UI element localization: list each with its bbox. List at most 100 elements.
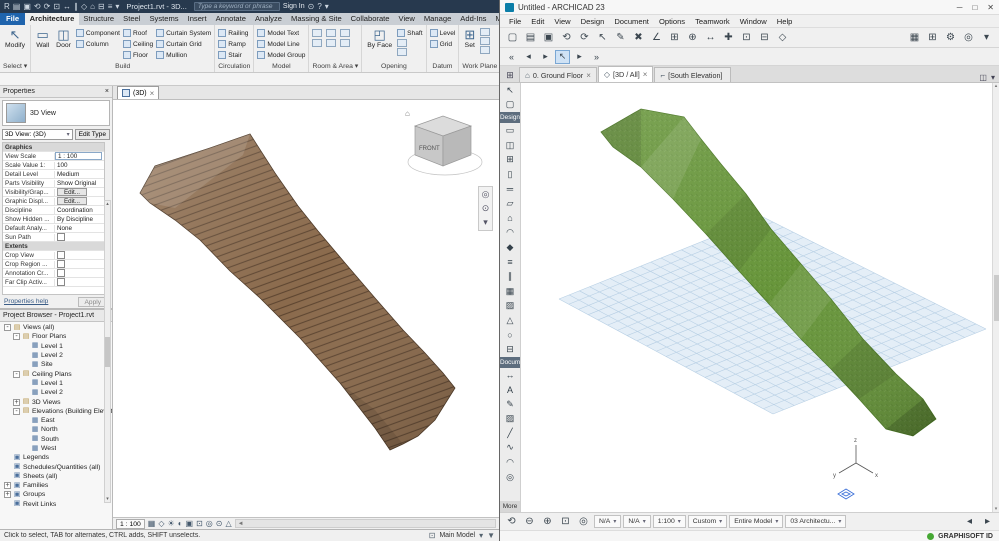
tag-area-tool-icon[interactable] xyxy=(340,39,351,47)
archicad-viewport[interactable]: z y x xyxy=(521,83,992,512)
menu-item[interactable]: View xyxy=(549,17,575,26)
curtain-grid-tool-button[interactable]: Curtain Grid xyxy=(156,39,211,49)
ribbon-tab[interactable]: Steel xyxy=(119,13,145,25)
tree-item[interactable]: Level 2 xyxy=(0,388,112,397)
mullion-tool-button[interactable]: Mullion xyxy=(156,50,211,60)
ramp-tool-button[interactable]: Ramp xyxy=(218,39,248,49)
panel-label-build[interactable]: Build xyxy=(31,62,214,72)
column-tool[interactable]: ▯ xyxy=(500,167,520,182)
zoom-field[interactable]: N/A ▾ xyxy=(594,515,622,528)
snap-grid-icon[interactable]: ⊞ xyxy=(666,30,683,46)
tree-item[interactable]: Site xyxy=(0,360,112,369)
tree-item[interactable]: Legends xyxy=(0,453,112,462)
property-row[interactable]: Detail Level Medium xyxy=(3,170,104,179)
properties-close-icon[interactable]: × xyxy=(105,88,109,95)
tab-navigator-icon[interactable]: ⊞ xyxy=(502,68,518,82)
arrow-sub-caret[interactable]: ▸ xyxy=(572,50,587,64)
polyline-tool[interactable]: ∿ xyxy=(500,441,520,456)
open-file-icon[interactable]: ▤ xyxy=(522,30,539,46)
zoom-tool-icon[interactable]: ⊙ xyxy=(482,203,490,214)
toolbox-section-document[interactable]: Docume xyxy=(500,356,520,368)
level-tool-button[interactable]: Level xyxy=(430,28,456,38)
property-row[interactable]: Default Analy... None xyxy=(3,224,104,233)
toolbox-more-button[interactable]: More xyxy=(500,501,520,512)
ribbon-tab[interactable]: Insert xyxy=(183,13,211,25)
navbar-caret-icon[interactable]: ▾ xyxy=(483,217,488,228)
column-tool-button[interactable]: Column xyxy=(76,39,120,49)
curtain-system-tool-button[interactable]: Curtain System xyxy=(156,28,211,38)
shadows-icon[interactable]: ◐ xyxy=(178,519,183,528)
temporary-hide-icon[interactable]: ◎ xyxy=(206,519,213,528)
measure-icon[interactable]: ↔ xyxy=(702,30,719,46)
ribbon-tab[interactable]: Analyze xyxy=(250,13,286,25)
menu-item[interactable]: Teamwork xyxy=(690,17,735,26)
aligned-dimension-icon[interactable]: ∥ xyxy=(74,2,78,11)
sun-path-icon[interactable]: ☀ xyxy=(168,519,175,528)
filter-icon[interactable]: ▼ xyxy=(487,531,495,540)
main-model-caret-icon[interactable]: ▾ xyxy=(479,531,483,540)
tab-close-icon[interactable]: × xyxy=(643,70,648,79)
model-line-tool-button[interactable]: Model Line xyxy=(257,39,305,49)
tree-item[interactable]: + Families xyxy=(0,481,112,490)
crop-region-icon[interactable]: ⊡ xyxy=(196,519,203,528)
property-row[interactable]: Far Clip Activ... xyxy=(3,278,104,287)
angle-field[interactable]: N/A ▾ xyxy=(623,515,651,528)
arrow-tool[interactable]: ↖ xyxy=(500,83,520,98)
project-browser-header[interactable]: Project Browser - Project1.rvt × xyxy=(0,310,112,322)
stair-tool-button[interactable]: Stair xyxy=(218,50,248,60)
menu-item[interactable]: Edit xyxy=(526,17,549,26)
tree-expand-icon[interactable]: - xyxy=(13,407,20,415)
delete-icon[interactable]: ✖ xyxy=(630,30,647,46)
arrow-tool-button[interactable]: ↖ xyxy=(555,49,570,64)
property-value[interactable]: Coordination xyxy=(55,207,104,214)
model-filter-field[interactable]: Entire Model ▾ xyxy=(729,515,784,528)
default-3d-view-icon[interactable]: ⌂ xyxy=(90,2,95,11)
revit-3d-canvas[interactable]: FRONT ⌂ xyxy=(113,100,499,491)
object-tool[interactable]: ○ xyxy=(500,328,520,343)
analytical-model-icon[interactable]: △ xyxy=(225,519,231,528)
property-row[interactable]: Show Hidden ... By Discipline xyxy=(3,215,104,224)
topography-surface[interactable] xyxy=(139,133,456,451)
main-model-dropdown[interactable]: Main Model xyxy=(439,532,475,539)
ribbon-tab[interactable]: File xyxy=(0,13,26,25)
modify-tool-button[interactable]: ↖ Modify xyxy=(3,27,27,49)
grid-tool-button[interactable]: Grid xyxy=(430,39,456,49)
tree-expand-icon[interactable]: - xyxy=(13,333,20,341)
area-tool-icon[interactable] xyxy=(312,39,323,47)
element-combo[interactable]: 3D View: (3D) ▾ xyxy=(2,129,73,140)
menu-item[interactable]: Window xyxy=(735,17,772,26)
properties-help-link[interactable]: Properties help xyxy=(4,298,48,305)
ribbon-tab[interactable]: Collaborate xyxy=(346,13,394,25)
help-icon[interactable]: ? xyxy=(317,2,321,11)
go-first-icon[interactable]: « xyxy=(504,50,519,64)
tree-item[interactable]: - Elevations (Building Elevation) xyxy=(0,407,112,416)
thin-lines-icon[interactable]: ≡ xyxy=(108,2,113,11)
search-input[interactable] xyxy=(193,2,280,11)
help-caret-icon[interactable]: ▾ xyxy=(325,2,329,11)
property-row[interactable]: View Scale 1 : 100 xyxy=(3,152,104,161)
railing-tool[interactable]: ∥ xyxy=(500,269,520,284)
marquee-tool[interactable]: ▢ xyxy=(500,98,520,113)
worksets-icon[interactable]: ⊡ xyxy=(429,531,436,540)
stair-tool[interactable]: ≡ xyxy=(500,255,520,270)
fill-tool[interactable]: ▨ xyxy=(500,411,520,426)
go-next-icon[interactable]: ▸ xyxy=(538,50,553,64)
beam-tool[interactable]: ═ xyxy=(500,182,520,197)
type-selector[interactable]: 3D View xyxy=(2,100,110,126)
horizontal-scrollbar[interactable]: ◄ xyxy=(234,519,496,528)
orbit-icon[interactable]: ◎ xyxy=(575,514,592,530)
open-icon[interactable]: ▤ xyxy=(13,2,21,11)
zone-tool[interactable]: ▨ xyxy=(500,298,520,313)
property-value[interactable]: By Discipline xyxy=(55,216,104,223)
property-row[interactable]: Visibility/Grap... Edit... xyxy=(3,188,104,197)
tree-expand-icon[interactable]: - xyxy=(13,370,20,378)
property-value[interactable]: Show Original xyxy=(55,180,104,187)
tree-expand-icon[interactable]: + xyxy=(4,482,11,490)
undo-icon[interactable]: ⟲ xyxy=(558,30,575,46)
maximize-icon[interactable]: □ xyxy=(972,3,977,12)
ribbon-tab[interactable]: Manage xyxy=(419,13,455,25)
camera-tool[interactable]: ◎ xyxy=(500,470,520,485)
scroll-up-icon[interactable]: ▴ xyxy=(995,83,998,89)
scroll-up-icon[interactable]: ▴ xyxy=(106,201,109,207)
new-file-icon[interactable]: ▢ xyxy=(504,30,521,46)
